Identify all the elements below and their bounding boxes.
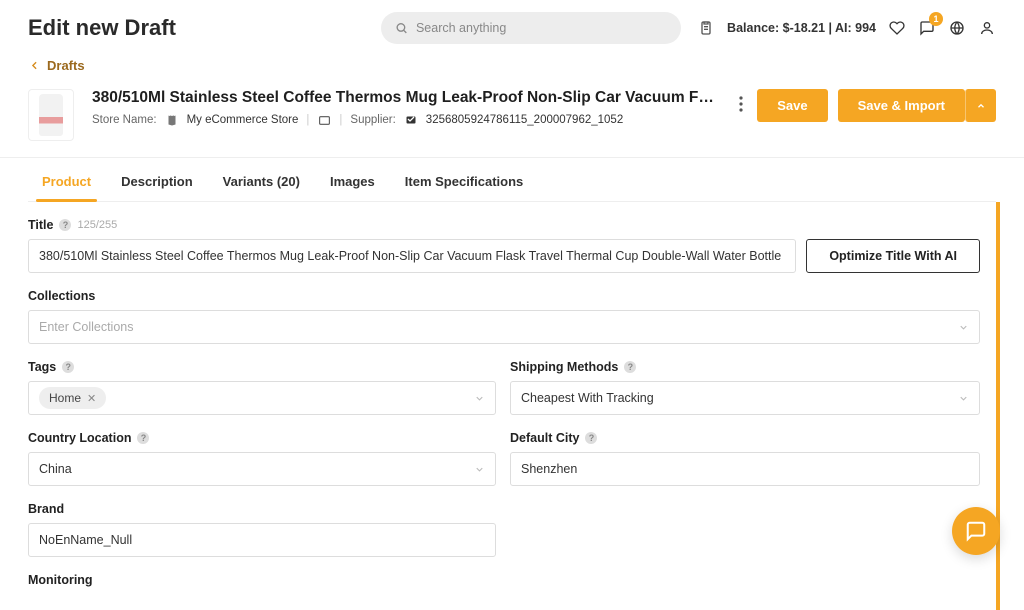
chevron-left-icon [28, 59, 41, 72]
search-icon [395, 21, 408, 35]
breadcrumb-back[interactable]: Drafts [28, 44, 996, 83]
save-import-dropdown[interactable] [965, 89, 996, 122]
title-count: 125/255 [77, 219, 117, 231]
country-select[interactable]: China [28, 452, 496, 486]
store-label: Store Name: [92, 114, 157, 126]
page-title: Edit new Draft [28, 15, 176, 41]
tab-images[interactable]: Images [330, 174, 375, 201]
help-icon[interactable]: ? [62, 361, 74, 373]
brand-label: Brand [28, 502, 64, 516]
title-label: Title [28, 218, 53, 232]
title-input[interactable] [28, 239, 796, 273]
breadcrumb-label: Drafts [47, 58, 85, 73]
store-name: My eCommerce Store [187, 114, 299, 126]
more-menu-button[interactable] [735, 92, 747, 119]
optimize-title-button[interactable]: Optimize Title With AI [806, 239, 980, 273]
shopify-icon [165, 113, 179, 127]
product-thumbnail [28, 89, 74, 141]
tags-input[interactable]: Home ✕ [28, 381, 496, 415]
tag-label: Home [49, 391, 81, 405]
chevron-down-icon [958, 322, 969, 333]
globe-icon[interactable] [948, 19, 966, 37]
tags-label: Tags [28, 360, 56, 374]
more-vertical-icon [739, 96, 743, 112]
chevron-down-icon [474, 393, 485, 404]
shipping-label: Shipping Methods [510, 360, 618, 374]
heart-icon[interactable] [888, 19, 906, 37]
city-input[interactable] [510, 452, 980, 486]
city-label: Default City [510, 431, 579, 445]
help-icon[interactable]: ? [624, 361, 636, 373]
balance-text: Balance: $-18.21 | AI: 994 [727, 21, 876, 35]
chevron-down-icon [474, 464, 485, 475]
tab-specifications[interactable]: Item Specifications [405, 174, 523, 201]
chevron-up-icon [976, 101, 986, 111]
chat-fab-button[interactable] [952, 507, 1000, 555]
search-input[interactable] [416, 21, 667, 35]
tab-bar: Product Description Variants (20) Images… [28, 158, 996, 202]
notif-badge: 1 [929, 12, 943, 26]
tag-chip[interactable]: Home ✕ [39, 387, 106, 409]
chat-icon [965, 520, 987, 542]
shipping-value: Cheapest With Tracking [521, 391, 654, 405]
supplier-label: Supplier: [350, 114, 395, 126]
collections-placeholder: Enter Collections [39, 320, 134, 334]
global-search[interactable] [381, 12, 681, 44]
chat-icon[interactable]: 1 [918, 19, 936, 37]
supplier-icon [404, 113, 418, 127]
country-label: Country Location [28, 431, 131, 445]
tab-description[interactable]: Description [121, 174, 193, 201]
brand-input[interactable] [28, 523, 496, 557]
collections-label: Collections [28, 289, 95, 303]
save-import-button[interactable]: Save & Import [838, 89, 965, 122]
clipboard-icon[interactable] [697, 19, 715, 37]
tag-remove-icon[interactable]: ✕ [87, 392, 96, 405]
monitoring-label: Monitoring [28, 573, 93, 587]
tab-variants[interactable]: Variants (20) [223, 174, 300, 201]
supplier-id: 3256805924786115_200007962_1052 [426, 114, 623, 126]
help-icon[interactable]: ? [585, 432, 597, 444]
shipping-select[interactable]: Cheapest With Tracking [510, 381, 980, 415]
help-icon[interactable]: ? [59, 219, 71, 231]
help-icon[interactable]: ? [137, 432, 149, 444]
save-button[interactable]: Save [757, 89, 827, 122]
country-value: China [39, 462, 72, 476]
product-title-heading: 380/510Ml Stainless Steel Coffee Thermos… [92, 89, 717, 107]
collections-input[interactable]: Enter Collections [28, 310, 980, 344]
chevron-down-icon [958, 393, 969, 404]
user-icon[interactable] [978, 19, 996, 37]
tab-product[interactable]: Product [42, 174, 91, 201]
device-icon[interactable] [317, 113, 331, 127]
